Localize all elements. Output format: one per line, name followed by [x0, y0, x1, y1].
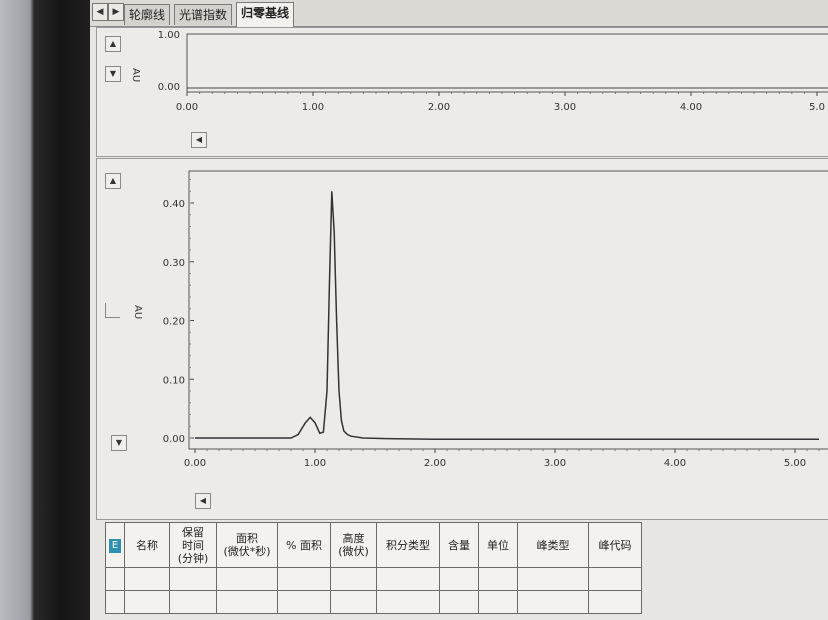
table-cell[interactable] — [588, 567, 642, 591]
main-y-tick: 0.00 — [163, 434, 185, 445]
main-y-tick: 0.20 — [163, 317, 185, 328]
results-table: E 名称 保留 时间 (分钟) 面积 (微伏*秒) % 面积 高度 (微伏) 积… — [105, 522, 642, 614]
table-cell[interactable] — [277, 590, 331, 614]
table-icon: E — [109, 538, 121, 553]
table-cell[interactable] — [439, 567, 479, 591]
top-y-tick: 0.00 — [158, 82, 180, 93]
column-header[interactable]: 保留 时间 (分钟) — [169, 522, 217, 568]
column-header[interactable]: 单位 — [478, 522, 518, 568]
column-header[interactable]: 高度 (微伏) — [330, 522, 377, 568]
tab-scroll-left-button[interactable]: ◀ — [92, 3, 108, 21]
main-chart-plot-area — [188, 170, 828, 450]
table-row[interactable] — [105, 590, 642, 614]
tab-spectral-index[interactable]: 光谱指数 — [174, 4, 233, 25]
row-selector[interactable] — [105, 567, 125, 591]
chromatogram-trace — [195, 191, 819, 440]
table-cell[interactable] — [478, 590, 518, 614]
tab-bar: ◀ ▶ 轮廓线 光谱指数 归零基线 — [90, 0, 828, 27]
main-x-tick: 3.00 — [544, 458, 566, 469]
column-header[interactable]: 含量 — [439, 522, 479, 568]
top-x-tick: 3.00 — [554, 102, 576, 113]
table-cell[interactable] — [216, 590, 278, 614]
table-cell[interactable] — [169, 567, 217, 591]
top-chart-panel: ▲ ▼ ◀ AU 1.00 0.00 0.00 1.00 2.00 3.00 4.00 5… — [96, 27, 828, 157]
column-header[interactable]: 名称 — [124, 522, 170, 568]
main-y-tick: 0.40 — [163, 199, 185, 210]
table-cell[interactable] — [439, 590, 479, 614]
monitor-bezel — [0, 0, 90, 620]
main-chart-ylabel: AU — [132, 305, 143, 319]
column-header[interactable]: 积分类型 — [376, 522, 440, 568]
column-header[interactable]: 峰代码 — [588, 522, 642, 568]
main-x-tick: 1.00 — [304, 458, 326, 469]
table-cell[interactable] — [124, 590, 170, 614]
top-x-tick: 1.00 — [302, 102, 324, 113]
table-cell[interactable] — [124, 567, 170, 591]
table-cell[interactable] — [376, 567, 440, 591]
main-x-tick: 5.00 — [784, 458, 806, 469]
table-cell[interactable] — [330, 590, 377, 614]
table-header-row: E 名称 保留 时间 (分钟) 面积 (微伏*秒) % 面积 高度 (微伏) 积… — [105, 522, 642, 568]
top-chart: AU 1.00 0.00 0.00 1.00 2.00 3.00 4.00 5.0 — [130, 30, 828, 113]
column-header[interactable]: % 面积 — [277, 522, 331, 568]
column-header[interactable]: 峰类型 — [517, 522, 589, 568]
tab-scroll-right-button[interactable]: ▶ — [108, 3, 124, 21]
tab-profile[interactable]: 轮廓线 — [124, 4, 171, 25]
top-chart-ylabel: AU — [130, 68, 141, 82]
top-x-tick: 0.00 — [176, 102, 198, 113]
table-cell[interactable] — [277, 567, 331, 591]
tab-zero-baseline[interactable]: 归零基线 — [236, 2, 295, 27]
main-x-tick: 4.00 — [664, 458, 686, 469]
main-x-tick: 0.00 — [184, 458, 206, 469]
table-cell[interactable] — [169, 590, 217, 614]
top-x-tick: 2.00 — [428, 102, 450, 113]
main-chart-panel: ▲ ▼ ◀ AU 0.40 0.30 0.20 0.10 0.00 0.00 1.00 2.… — [96, 158, 828, 520]
row-selector-header[interactable]: E — [105, 522, 125, 568]
table-cell[interactable] — [330, 567, 377, 591]
main-y-tick: 0.30 — [163, 258, 185, 269]
top-x-tick: 5.0 — [809, 102, 825, 113]
table-row[interactable] — [105, 567, 642, 591]
table-cell[interactable] — [478, 567, 518, 591]
top-x-tick: 4.00 — [680, 102, 702, 113]
table-cell[interactable] — [588, 590, 642, 614]
table-cell[interactable] — [517, 590, 589, 614]
table-cell[interactable] — [517, 567, 589, 591]
screen: ◀ ▶ 轮廓线 光谱指数 归零基线 ▲ ▼ ◀ AU 1.00 0.00 0.0… — [90, 0, 828, 620]
top-chart-plot-area — [186, 33, 828, 93]
row-selector[interactable] — [105, 590, 125, 614]
main-chart: AU 0.40 0.30 0.20 0.10 0.00 0.00 1.00 2.00 3.00… — [132, 170, 828, 469]
table-cell[interactable] — [216, 567, 278, 591]
main-x-tick: 2.00 — [424, 458, 446, 469]
main-y-tick: 0.10 — [163, 375, 185, 386]
table-cell[interactable] — [376, 590, 440, 614]
column-header[interactable]: 面积 (微伏*秒) — [216, 522, 278, 568]
top-y-tick: 1.00 — [158, 30, 180, 41]
